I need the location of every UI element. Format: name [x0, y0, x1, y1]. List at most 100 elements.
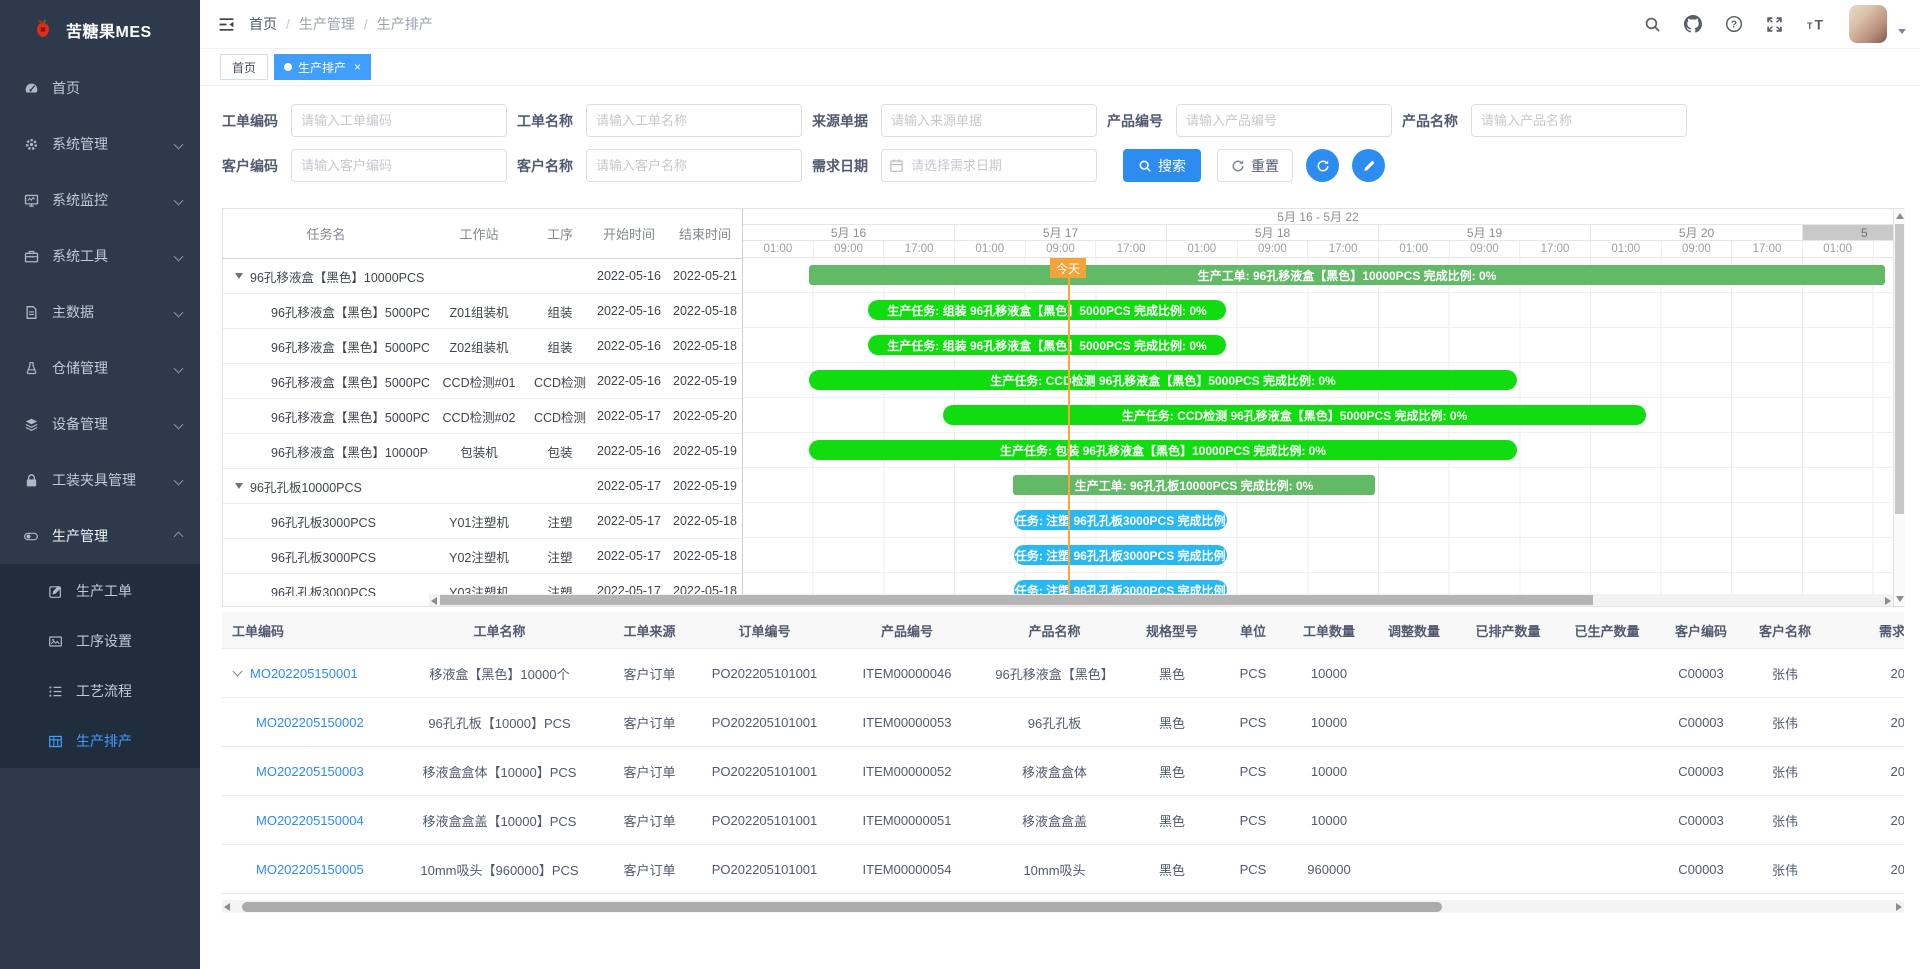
gantt-task-row[interactable]: 96孔孔板3000PCSY03注塑机注塑2022-05-172022-05-18: [223, 574, 742, 596]
gantt-task-row[interactable]: 96孔移液盒【黑色】10000PCS包装机包装2022-05-162022-05…: [223, 434, 742, 469]
gantt-task-row[interactable]: 96孔移液盒【黑色】5000PCSZ01组装机组装2022-05-162022-…: [223, 294, 742, 329]
search-icon[interactable]: [1644, 16, 1661, 33]
table-row[interactable]: MO202205150003移液盒盒体【10000】PCS客户订单PO20220…: [222, 747, 1904, 796]
filter-group-2-2: 需求日期: [812, 149, 1097, 182]
breadcrumb-item-0[interactable]: 首页: [249, 14, 277, 34]
table-horizontal-scrollbar[interactable]: [222, 900, 1904, 913]
tree-collapse-icon[interactable]: [235, 483, 243, 489]
table-cell-产品名称: 96孔移液盒【黑色】: [982, 664, 1127, 683]
refresh-round-button[interactable]: [1306, 149, 1339, 182]
sidebar-item-5[interactable]: 仓储管理: [0, 340, 200, 396]
scroll-left-arrow-icon[interactable]: [224, 903, 230, 911]
gantt-vertical-scrollbar[interactable]: [1893, 209, 1905, 606]
gantt-task-row[interactable]: 96孔移液盒【黑色】5000PCSCCD检测#02CCD检测2022-05-17…: [223, 399, 742, 434]
sidebar-subitem-1[interactable]: 工序设置: [0, 616, 200, 666]
gantt-task-row[interactable]: 96孔孔板3000PCSY02注塑机注塑2022-05-172022-05-18: [223, 539, 742, 574]
breadcrumb-item-1[interactable]: 生产管理: [299, 14, 355, 34]
sidebar-item-2[interactable]: 系统监控: [0, 172, 200, 228]
gantt-bar-task[interactable]: 生产任务: CCD检测 96孔移液盒【黑色】5000PCS 完成比例: 0%: [809, 370, 1517, 390]
filter-input[interactable]: [291, 104, 507, 137]
search-button[interactable]: 搜索: [1123, 149, 1201, 182]
gantt-bar-task[interactable]: 生产任务: 注塑 96孔孔板3000PCS 完成比例: 0%: [1014, 580, 1227, 595]
filter-input[interactable]: [1471, 104, 1687, 137]
gantt-bar-task[interactable]: 生产任务: 组装 96孔移液盒【黑色】5000PCS 完成比例: 0%: [868, 335, 1226, 355]
gantt-bar-task[interactable]: 生产任务: 注塑 96孔孔板3000PCS 完成比例: 0%: [1014, 545, 1227, 565]
edit-round-button[interactable]: [1352, 149, 1385, 182]
fullscreen-icon[interactable]: [1766, 16, 1783, 33]
filter-input[interactable]: [1176, 104, 1392, 137]
scroll-down-arrow-icon[interactable]: [1896, 596, 1904, 602]
chevron-down-icon[interactable]: [1898, 29, 1906, 34]
gantt-bar-task[interactable]: 生产任务: 注塑 96孔孔板3000PCS 完成比例: 0%: [1014, 510, 1227, 530]
menu-fold-icon[interactable]: [218, 16, 235, 33]
gantt-task-row[interactable]: 96孔移液盒【黑色】10000PCS2022-05-162022-05-21: [223, 259, 742, 294]
scroll-up-arrow-icon[interactable]: [1896, 213, 1904, 219]
table-cell-单位: PCS: [1217, 764, 1289, 779]
gantt-bar-task[interactable]: 生产任务: CCD检测 96孔移液盒【黑色】5000PCS 完成比例: 0%: [943, 405, 1646, 425]
sidebar-item-4[interactable]: 主数据: [0, 284, 200, 340]
table-column-header-10: 已排产数量: [1459, 621, 1557, 640]
table-column-header-5: 产品名称: [982, 621, 1127, 640]
filter-input[interactable]: [291, 149, 507, 182]
sidebar-item-3[interactable]: 系统工具: [0, 228, 200, 284]
table-row[interactable]: MO20220515000510mm吸头【960000】PCS客户订单PO202…: [222, 845, 1904, 894]
breadcrumb-item-2[interactable]: 生产排产: [377, 14, 433, 34]
gantt-task-row[interactable]: 96孔移液盒【黑色】5000PCSZ02组装机组装2022-05-162022-…: [223, 329, 742, 364]
work-order-link[interactable]: MO202205150004: [256, 813, 364, 828]
filter-label: 产品编号: [1107, 111, 1169, 131]
filter-input[interactable]: [586, 149, 802, 182]
sidebar-item-0[interactable]: 首页: [0, 60, 200, 116]
gantt-bar-task[interactable]: 生产任务: 包装 96孔移液盒【黑色】10000PCS 完成比例: 0%: [809, 440, 1517, 460]
table-cell-需求日期: 2022: [1825, 862, 1904, 877]
gantt-hscroll-thumb[interactable]: [440, 595, 1593, 605]
app-logo[interactable]: 苦糖果MES: [0, 0, 200, 60]
table-cell-客户名称: 张伟: [1745, 762, 1825, 781]
scroll-left-arrow-icon[interactable]: [431, 597, 437, 605]
avatar[interactable]: [1849, 5, 1887, 43]
work-order-link[interactable]: MO202205150005: [256, 862, 364, 877]
gantt-horizontal-scrollbar[interactable]: [429, 594, 1893, 606]
sidebar-item-1[interactable]: 系统管理: [0, 116, 200, 172]
work-order-link[interactable]: MO202205150003: [256, 764, 364, 779]
gantt-bar-task[interactable]: 生产任务: 组装 96孔移液盒【黑色】5000PCS 完成比例: 0%: [868, 300, 1226, 320]
font-size-icon[interactable]: TT: [1806, 16, 1826, 33]
breadcrumb-separator: /: [364, 16, 368, 32]
sidebar-subitem-2[interactable]: 工艺流程: [0, 666, 200, 716]
gantt-task-row[interactable]: 96孔孔板3000PCSY01注塑机注塑2022-05-172022-05-18: [223, 504, 742, 539]
table-cell-规格型号: 黑色: [1127, 811, 1217, 830]
table-hscroll-thumb[interactable]: [242, 902, 1442, 912]
sidebar-item-7[interactable]: 工装夹具管理: [0, 452, 200, 508]
scroll-right-arrow-icon[interactable]: [1885, 597, 1891, 605]
filter-input[interactable]: [586, 104, 802, 137]
work-order-link[interactable]: MO202205150001: [250, 666, 358, 681]
scroll-right-arrow-icon[interactable]: [1896, 903, 1902, 911]
sidebar-subitem-label: 生产排产: [76, 731, 132, 751]
table-row[interactable]: MO20220515000296孔孔板【10000】PCS客户订单PO20220…: [222, 698, 1904, 747]
tree-collapse-icon[interactable]: [235, 273, 243, 279]
sidebar-subitem-0[interactable]: 生产工单: [0, 566, 200, 616]
sidebar-item-8[interactable]: 生产管理: [0, 508, 200, 564]
sidebar-item-6[interactable]: 设备管理: [0, 396, 200, 452]
work-order-link[interactable]: MO202205150002: [256, 715, 364, 730]
row-expand-icon[interactable]: [233, 667, 243, 677]
help-icon[interactable]: ?: [1725, 15, 1743, 33]
table-row[interactable]: MO202205150001移液盒【黑色】10000个客户订单PO2022051…: [222, 649, 1904, 698]
gantt-vscroll-thumb[interactable]: [1895, 224, 1904, 514]
table-cell-订单编号: PO202205101001: [697, 715, 832, 730]
filter-input[interactable]: [881, 104, 1097, 137]
tab-close-icon[interactable]: ×: [354, 60, 361, 74]
gantt-task-row[interactable]: 96孔孔板10000PCS2022-05-172022-05-19: [223, 469, 742, 504]
app-title: 苦糖果MES: [66, 18, 152, 42]
filter-label: 产品名称: [1402, 111, 1464, 131]
table-cell-工单数量: 10000: [1289, 666, 1369, 681]
tab-1[interactable]: 生产排产×: [274, 54, 371, 80]
date-field[interactable]: [881, 149, 1097, 182]
sidebar-subitem-3[interactable]: 生产排产: [0, 716, 200, 766]
tab-0[interactable]: 首页: [220, 54, 268, 80]
reset-button[interactable]: 重置: [1217, 149, 1293, 182]
gantt-task-row[interactable]: 96孔移液盒【黑色】5000PCSCCD检测#01CCD检测2022-05-16…: [223, 364, 742, 399]
gantt-bar-work-order[interactable]: 生产工单: 96孔移液盒【黑色】10000PCS 完成比例: 0%: [809, 265, 1885, 285]
github-icon[interactable]: [1684, 15, 1702, 33]
filter-label: 工单名称: [517, 111, 579, 131]
table-row[interactable]: MO202205150004移液盒盒盖【10000】PCS客户订单PO20220…: [222, 796, 1904, 845]
